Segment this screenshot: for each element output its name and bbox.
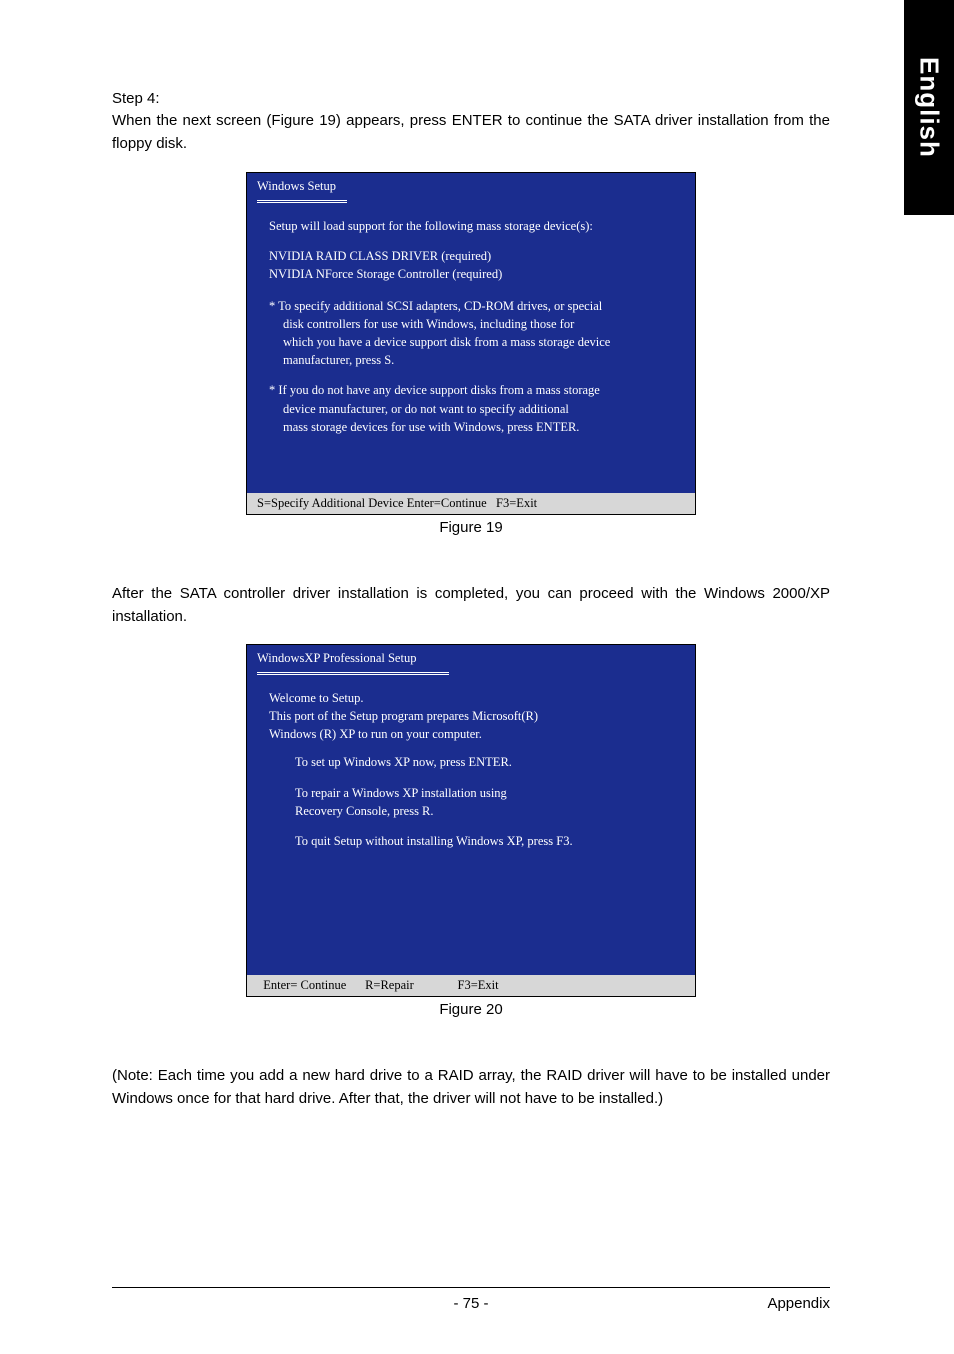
welcome-line: Welcome to Setup.: [269, 689, 677, 707]
option-line: To set up Windows XP now, press ENTER.: [295, 753, 677, 771]
setup-title: Windows Setup: [247, 173, 695, 198]
note-paragraph: (Note: Each time you add a new hard driv…: [112, 1064, 830, 1111]
step-label: Step 4:: [112, 90, 830, 107]
setup-body: Setup will load support for the followin…: [247, 203, 695, 493]
page: English Step 4: When the next screen (Fi…: [0, 0, 954, 1354]
setup-footer: Enter= Continue R=Repair F3=Exit: [247, 975, 695, 996]
setup-title: WindowsXP Professional Setup: [247, 645, 695, 670]
driver-line: NVIDIA RAID CLASS DRIVER (required): [269, 247, 677, 265]
footer-divider: [112, 1287, 830, 1288]
desc-line: Windows (R) XP to run on your computer.: [269, 725, 677, 743]
setup-footer: S=Specify Additional Device Enter=Contin…: [247, 493, 695, 514]
figure-19-caption: Figure 19: [112, 519, 830, 536]
paragraph-2: After the SATA controller driver install…: [112, 582, 830, 629]
bullet-1: * To specify additional SCSI adapters, C…: [269, 297, 677, 370]
option-line: Recovery Console, press R.: [295, 802, 677, 820]
option-line: To quit Setup without installing Windows…: [295, 832, 677, 850]
figure-20-caption: Figure 20: [112, 1001, 830, 1018]
language-tab: English: [904, 0, 954, 215]
desc-line: This port of the Setup program prepares …: [269, 707, 677, 725]
figure-20-box: WindowsXP Professional Setup Welcome to …: [246, 644, 696, 997]
section-label: Appendix: [710, 1295, 830, 1312]
intro-line: Setup will load support for the followin…: [269, 217, 677, 235]
content-area: Step 4: When the next screen (Figure 19)…: [112, 90, 830, 1111]
setup-body: Welcome to Setup. This port of the Setup…: [247, 675, 695, 975]
language-tab-label: English: [914, 57, 945, 158]
paragraph-1: When the next screen (Figure 19) appears…: [112, 109, 830, 156]
figure-19-box: Windows Setup Setup will load support fo…: [246, 172, 696, 515]
option-line: To repair a Windows XP installation usin…: [295, 784, 677, 802]
bullet-2: * If you do not have any device support …: [269, 381, 677, 435]
page-footer: - 75 - Appendix: [112, 1295, 830, 1312]
page-number: - 75 -: [232, 1295, 710, 1312]
driver-line: NVIDIA NForce Storage Controller (requir…: [269, 265, 677, 283]
